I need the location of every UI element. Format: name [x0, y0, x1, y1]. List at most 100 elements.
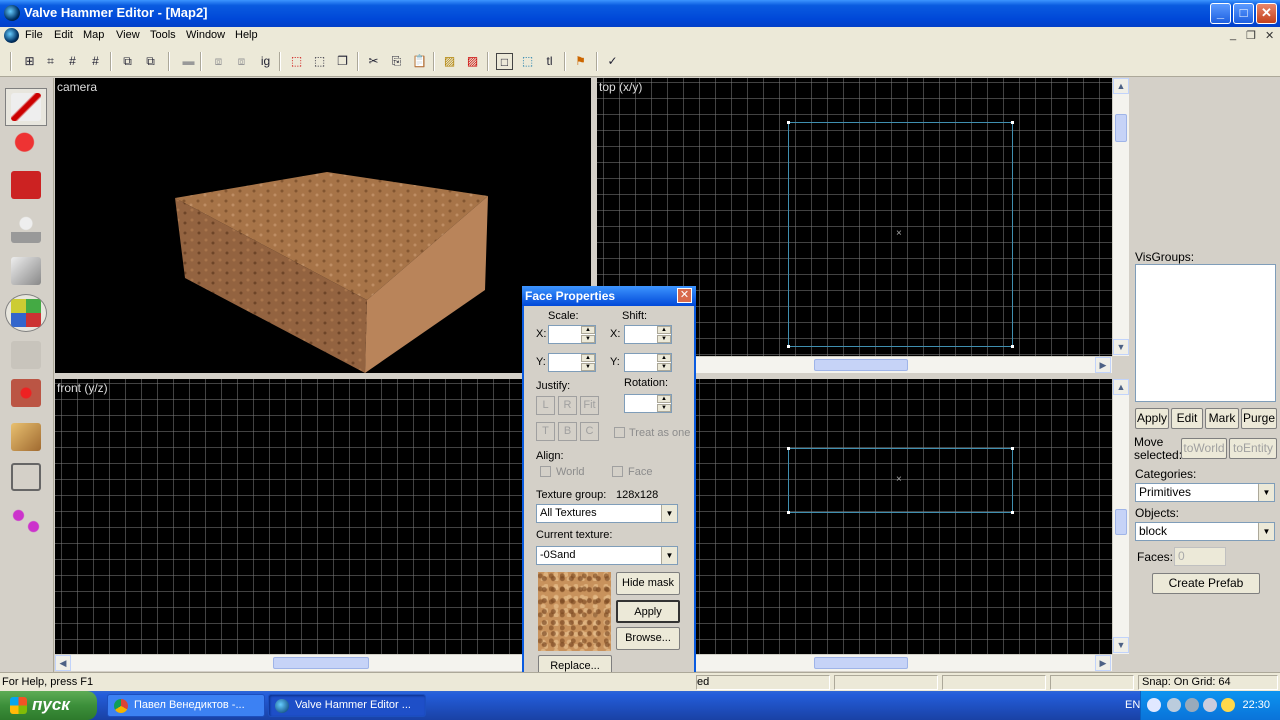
- spin-down-icon[interactable]: ▼: [581, 363, 595, 371]
- scroll-down-icon[interactable]: ▼: [1113, 637, 1129, 653]
- align-world-checkbox[interactable]: [540, 466, 551, 477]
- visgroup-purge-button[interactable]: Purge: [1241, 408, 1277, 429]
- entity-tool-button[interactable]: [5, 210, 47, 248]
- scroll-up-icon[interactable]: ▲: [1113, 379, 1129, 395]
- chevron-down-icon[interactable]: ▼: [1258, 484, 1274, 501]
- scroll-thumb[interactable]: [273, 657, 369, 669]
- bell-icon[interactable]: [1185, 698, 1199, 712]
- scroll-thumb[interactable]: [814, 359, 908, 371]
- spin-up-icon[interactable]: ▲: [581, 326, 595, 334]
- objects-select[interactable]: block ▼: [1135, 522, 1275, 541]
- chevron-down-icon[interactable]: ▼: [1258, 523, 1274, 540]
- texture-preview[interactable]: [538, 572, 611, 651]
- to-entity-button[interactable]: toEntity: [1229, 438, 1277, 459]
- scroll-right-icon[interactable]: ▶: [1095, 357, 1111, 373]
- spin-down-icon[interactable]: ▼: [657, 335, 671, 343]
- current-texture-select[interactable]: -0Sand ▼: [536, 546, 678, 565]
- run-icon[interactable]: ⚑: [572, 53, 589, 70]
- menu-file[interactable]: File: [25, 29, 43, 41]
- tl-button[interactable]: tl: [541, 53, 558, 70]
- hatch-icon[interactable]: ▨: [441, 53, 458, 70]
- scale-x-input[interactable]: ▲ ▼: [548, 325, 596, 344]
- group-icon[interactable]: ⧉: [119, 53, 136, 70]
- shield-icon[interactable]: [1203, 698, 1217, 712]
- hatch2-icon[interactable]: ▨: [464, 53, 481, 70]
- camera-viewport[interactable]: camera: [55, 78, 591, 373]
- hollow-icon[interactable]: ⧈: [233, 53, 250, 70]
- check-icon[interactable]: ✓: [604, 53, 621, 70]
- chevron-down-icon[interactable]: ▼: [661, 547, 677, 564]
- brush-handle[interactable]: [1011, 121, 1014, 124]
- minimize-button[interactable]: _: [1210, 3, 1231, 24]
- hammer-app-icon[interactable]: [4, 5, 20, 21]
- scroll-up-icon[interactable]: ▲: [1113, 78, 1129, 94]
- select-tool-icon[interactable]: ⬚: [519, 53, 536, 70]
- cut-icon[interactable]: ✂: [365, 53, 382, 70]
- grid-icon[interactable]: ⊞: [21, 53, 38, 70]
- copy-brush-icon[interactable]: ❐: [334, 53, 351, 70]
- texture-group-select[interactable]: All Textures ▼: [536, 504, 678, 523]
- menu-view[interactable]: View: [116, 29, 140, 41]
- categories-select[interactable]: Primitives ▼: [1135, 483, 1275, 502]
- justify-bottom-button[interactable]: B: [558, 422, 577, 441]
- menu-edit[interactable]: Edit: [54, 29, 73, 41]
- grid-smaller-icon[interactable]: #: [64, 53, 81, 70]
- scroll-thumb[interactable]: [1115, 509, 1127, 535]
- spin-up-icon[interactable]: ▲: [657, 354, 671, 362]
- visgroup-edit-button[interactable]: Edit: [1171, 408, 1203, 429]
- scroll-thumb[interactable]: [814, 657, 908, 669]
- brush-handle[interactable]: [787, 345, 790, 348]
- selection-tool-button[interactable]: [5, 88, 47, 126]
- brush-handle[interactable]: [787, 121, 790, 124]
- spin-up-icon[interactable]: ▲: [657, 326, 671, 334]
- mdi-close-button[interactable]: ✕: [1265, 29, 1274, 42]
- scroll-left-icon[interactable]: ◀: [55, 655, 71, 671]
- brush-handle[interactable]: [787, 511, 790, 514]
- treat-as-one-checkbox[interactable]: [614, 427, 625, 438]
- decal-tool-button[interactable]: [5, 374, 47, 412]
- front-viewport[interactable]: front (y/z): [55, 379, 591, 654]
- spin-down-icon[interactable]: ▼: [657, 363, 671, 371]
- close-button[interactable]: ✕: [1256, 3, 1277, 24]
- grid-larger-icon[interactable]: #: [87, 53, 104, 70]
- mdi-minimize-button[interactable]: _: [1230, 29, 1236, 41]
- texture-lock-icon[interactable]: □: [496, 53, 513, 70]
- brush-handle[interactable]: [1011, 447, 1014, 450]
- side-vscroll[interactable]: ▲ ▼: [1112, 379, 1129, 654]
- visgroup-mark-button[interactable]: Mark: [1205, 408, 1239, 429]
- justify-top-button[interactable]: T: [536, 422, 555, 441]
- justify-right-button[interactable]: R: [558, 396, 577, 415]
- hide-mask-button[interactable]: Hide mask: [616, 572, 680, 595]
- select-all-icon[interactable]: ⬚: [288, 53, 305, 70]
- chevron-left-icon[interactable]: [1147, 698, 1161, 712]
- carve-icon[interactable]: ⧈: [210, 53, 227, 70]
- justify-center-button[interactable]: C: [580, 422, 599, 441]
- justify-fit-button[interactable]: Fit: [580, 396, 599, 415]
- start-button[interactable]: пуск: [0, 691, 97, 720]
- dialog-close-icon[interactable]: ✕: [677, 288, 692, 303]
- language-indicator[interactable]: EN: [1125, 699, 1140, 711]
- browse-button[interactable]: Browse...: [616, 627, 680, 650]
- mdi-restore-button[interactable]: ❐: [1246, 29, 1256, 42]
- spin-down-icon[interactable]: ▼: [657, 404, 671, 412]
- document-icon[interactable]: [4, 28, 19, 43]
- texture-application-tool-button[interactable]: [5, 294, 47, 332]
- menu-tools[interactable]: Tools: [150, 29, 176, 41]
- paste-icon[interactable]: 📋: [411, 53, 428, 70]
- vertex-tool-button[interactable]: [5, 458, 47, 496]
- brush-handle[interactable]: [787, 447, 790, 450]
- path-tool-button[interactable]: [5, 502, 47, 540]
- scale-y-input[interactable]: ▲ ▼: [548, 353, 596, 372]
- hide-icon[interactable]: ▬: [180, 53, 197, 70]
- to-world-button[interactable]: toWorld: [1181, 438, 1227, 459]
- scroll-thumb[interactable]: [1115, 114, 1127, 142]
- taskbar-item-hammer[interactable]: Valve Hammer Editor ...: [268, 694, 426, 717]
- menu-help[interactable]: Help: [235, 29, 258, 41]
- spin-up-icon[interactable]: ▲: [581, 354, 595, 362]
- visgroups-list[interactable]: [1135, 264, 1276, 402]
- taskbar-item-chrome[interactable]: Павел Венедиктов -...: [107, 694, 265, 717]
- volume-icon[interactable]: [1221, 698, 1235, 712]
- magnify-tool-button[interactable]: [5, 126, 47, 164]
- maximize-button[interactable]: □: [1233, 3, 1254, 24]
- apply-button[interactable]: Apply: [616, 600, 680, 623]
